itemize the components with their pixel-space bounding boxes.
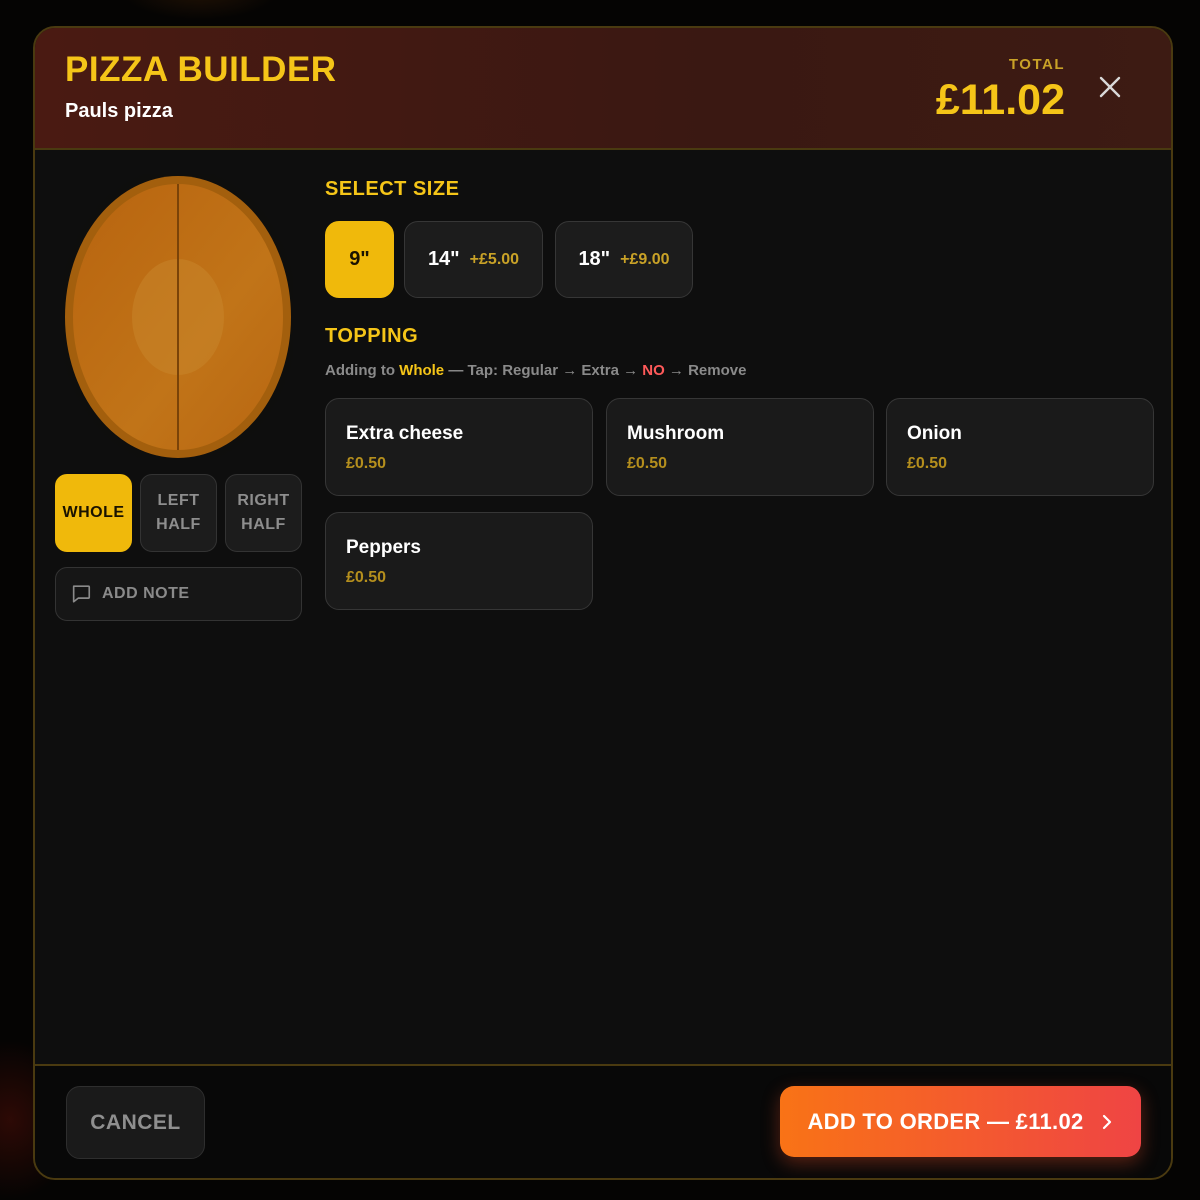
add-note-button[interactable]: ADD NOTE bbox=[55, 567, 302, 621]
close-button[interactable] bbox=[1095, 72, 1125, 102]
modal-header: PIZZA BUILDER Pauls pizza TOTAL £11.02 bbox=[35, 28, 1171, 150]
modal-subtitle: Pauls pizza bbox=[65, 100, 173, 122]
portion-label: HALF bbox=[156, 516, 201, 533]
size-section-title: SELECT SIZE bbox=[325, 178, 460, 200]
chevron-right-icon bbox=[1102, 1114, 1111, 1129]
portion-label: HALF bbox=[241, 516, 286, 533]
message-square-icon bbox=[72, 585, 91, 603]
hint-prefix: Adding to bbox=[325, 362, 400, 379]
portion-left-half-button[interactable]: LEFT HALF bbox=[140, 474, 217, 552]
cancel-button[interactable]: CANCEL bbox=[66, 1086, 205, 1159]
hint-no: NO bbox=[642, 362, 665, 379]
hint-suffix: → Remove bbox=[664, 362, 747, 379]
pizza-image bbox=[58, 167, 298, 467]
topping-price: £0.50 bbox=[627, 455, 668, 472]
topping-name: Mushroom bbox=[627, 423, 725, 444]
size-extra-price: +£5.00 bbox=[469, 250, 520, 268]
topping-name: Peppers bbox=[346, 537, 421, 558]
size-option-14[interactable]: 14" +£5.00 bbox=[404, 221, 543, 298]
topping-price: £0.50 bbox=[346, 455, 387, 472]
close-icon bbox=[1099, 76, 1121, 98]
add-note-label: ADD NOTE bbox=[102, 585, 190, 602]
modal-title: PIZZA BUILDER bbox=[65, 50, 337, 89]
portion-whole-button[interactable]: WHOLE bbox=[55, 474, 132, 552]
topping-name: Onion bbox=[907, 423, 962, 444]
portion-right-half-button[interactable]: RIGHT HALF bbox=[225, 474, 302, 552]
topping-card-extra-cheese[interactable]: Extra cheese £0.50 bbox=[325, 398, 593, 496]
total-value: £11.02 bbox=[935, 76, 1065, 124]
add-to-order-label: ADD TO ORDER — £11.02 bbox=[807, 1108, 1084, 1134]
portion-label: WHOLE bbox=[62, 504, 125, 521]
topping-section-title: TOPPING bbox=[325, 325, 419, 347]
topping-name: Extra cheese bbox=[346, 423, 464, 444]
topping-card-peppers[interactable]: Peppers £0.50 bbox=[325, 512, 593, 610]
topping-price: £0.50 bbox=[907, 455, 948, 472]
topping-card-onion[interactable]: Onion £0.50 bbox=[886, 398, 1154, 496]
size-label: 14" bbox=[427, 248, 460, 270]
topping-card-mushroom[interactable]: Mushroom £0.50 bbox=[606, 398, 874, 496]
topping-hint: Adding to Whole — Tap: Regular → Extra →… bbox=[325, 362, 746, 379]
size-label: 18" bbox=[578, 248, 611, 270]
size-option-18[interactable]: 18" +£9.00 bbox=[555, 221, 693, 298]
pizza-preview bbox=[58, 167, 298, 467]
size-extra-price: +£9.00 bbox=[620, 250, 670, 268]
total-label: TOTAL bbox=[1008, 56, 1065, 73]
background-glow bbox=[120, 0, 280, 20]
size-option-9[interactable]: 9" bbox=[325, 221, 394, 298]
size-label: 9" bbox=[349, 248, 370, 270]
add-to-order-button[interactable]: ADD TO ORDER — £11.02 bbox=[780, 1086, 1141, 1157]
pizza-builder-modal: PIZZA BUILDER Pauls pizza TOTAL £11.02 W… bbox=[33, 26, 1173, 1180]
topping-price: £0.50 bbox=[346, 569, 387, 586]
hint-target: Whole bbox=[399, 362, 445, 379]
modal-footer: CANCEL ADD TO ORDER — £11.02 bbox=[35, 1064, 1171, 1178]
hint-middle: — Tap: Regular → Extra → bbox=[444, 362, 643, 379]
portion-label: LEFT bbox=[157, 492, 200, 509]
portion-label: RIGHT bbox=[237, 492, 290, 509]
